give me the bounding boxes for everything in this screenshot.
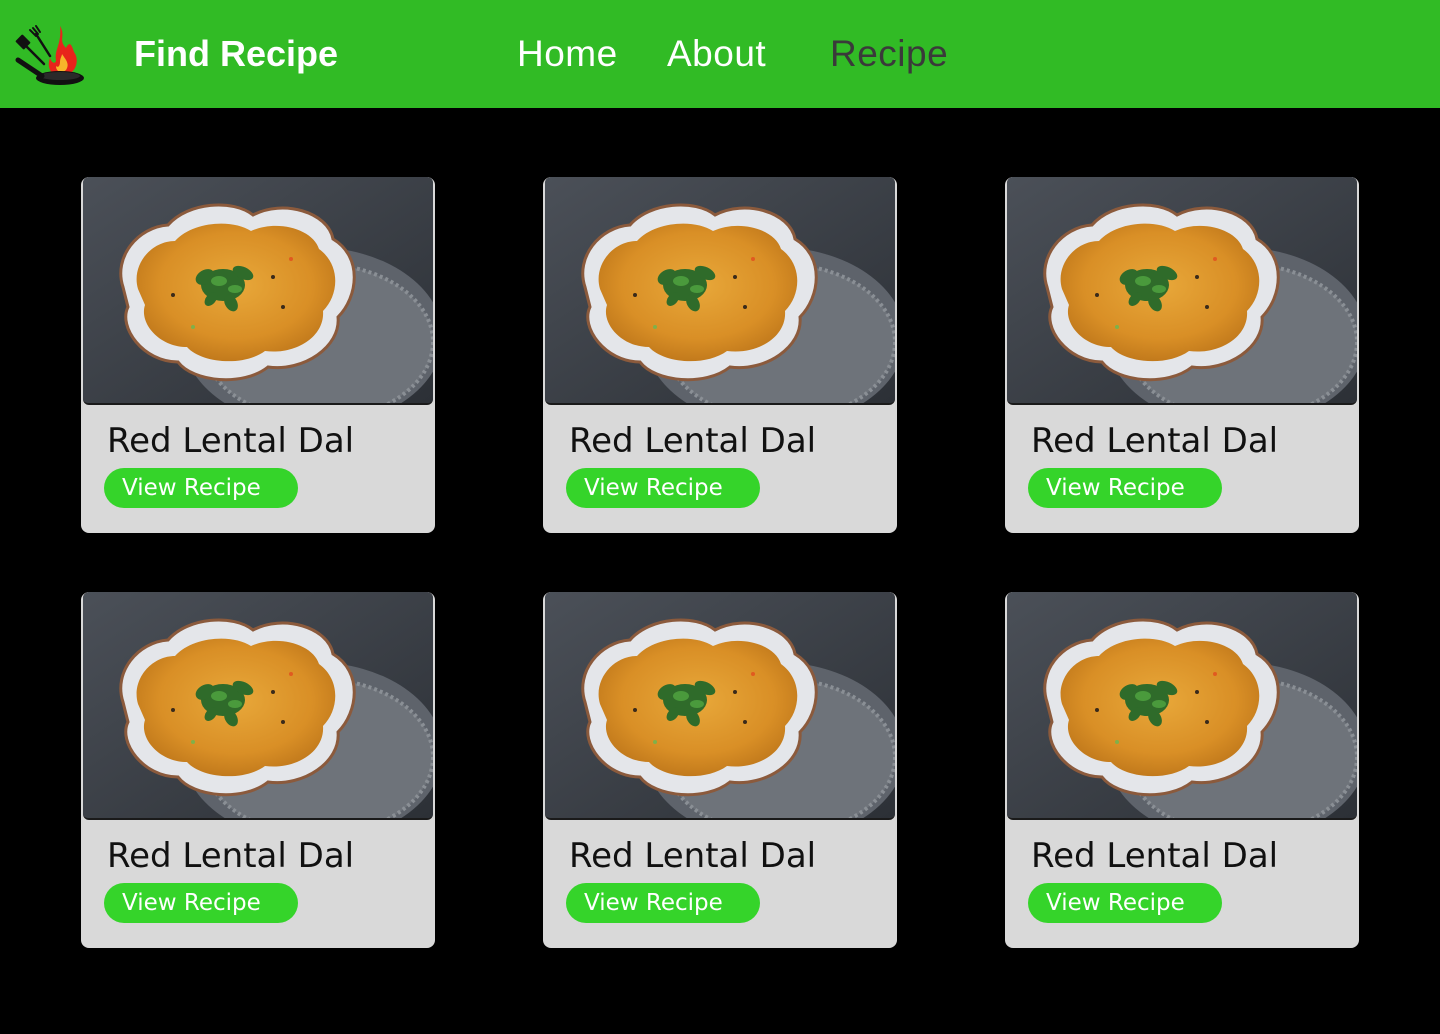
recipe-card[interactable]: Red Lental Dal View Recipe: [81, 177, 435, 533]
flaming-pan-logo-icon[interactable]: [10, 20, 90, 92]
recipe-title: Red Lental Dal: [1031, 421, 1279, 461]
nav-recipe-link[interactable]: Recipe: [830, 32, 948, 76]
recipe-image[interactable]: [83, 592, 433, 820]
view-recipe-button[interactable]: View Recipe: [104, 468, 298, 508]
recipe-image[interactable]: [1007, 177, 1357, 405]
recipe-title: Red Lental Dal: [569, 836, 817, 876]
recipe-card[interactable]: Red Lental Dal View Recipe: [1005, 177, 1359, 533]
view-recipe-button[interactable]: View Recipe: [104, 883, 298, 923]
view-recipe-button[interactable]: View Recipe: [1028, 883, 1222, 923]
recipe-image[interactable]: [545, 177, 895, 405]
recipe-title: Red Lental Dal: [107, 836, 355, 876]
recipe-card[interactable]: Red Lental Dal View Recipe: [543, 177, 897, 533]
recipe-card[interactable]: Red Lental Dal View Recipe: [81, 592, 435, 948]
recipe-image[interactable]: [83, 177, 433, 405]
recipe-card[interactable]: Red Lental Dal View Recipe: [1005, 592, 1359, 948]
recipe-image[interactable]: [1007, 592, 1357, 820]
nav-home-link[interactable]: Home: [517, 32, 618, 76]
recipe-title: Red Lental Dal: [569, 421, 817, 461]
recipe-card[interactable]: Red Lental Dal View Recipe: [543, 592, 897, 948]
site-header: Find Recipe Home About Recipe: [0, 0, 1440, 108]
recipe-title: Red Lental Dal: [107, 421, 355, 461]
recipe-image[interactable]: [545, 592, 895, 820]
view-recipe-button[interactable]: View Recipe: [1028, 468, 1222, 508]
brand-title[interactable]: Find Recipe: [134, 32, 338, 76]
nav-about-link[interactable]: About: [667, 32, 766, 76]
view-recipe-button[interactable]: View Recipe: [566, 883, 760, 923]
recipe-title: Red Lental Dal: [1031, 836, 1279, 876]
view-recipe-button[interactable]: View Recipe: [566, 468, 760, 508]
